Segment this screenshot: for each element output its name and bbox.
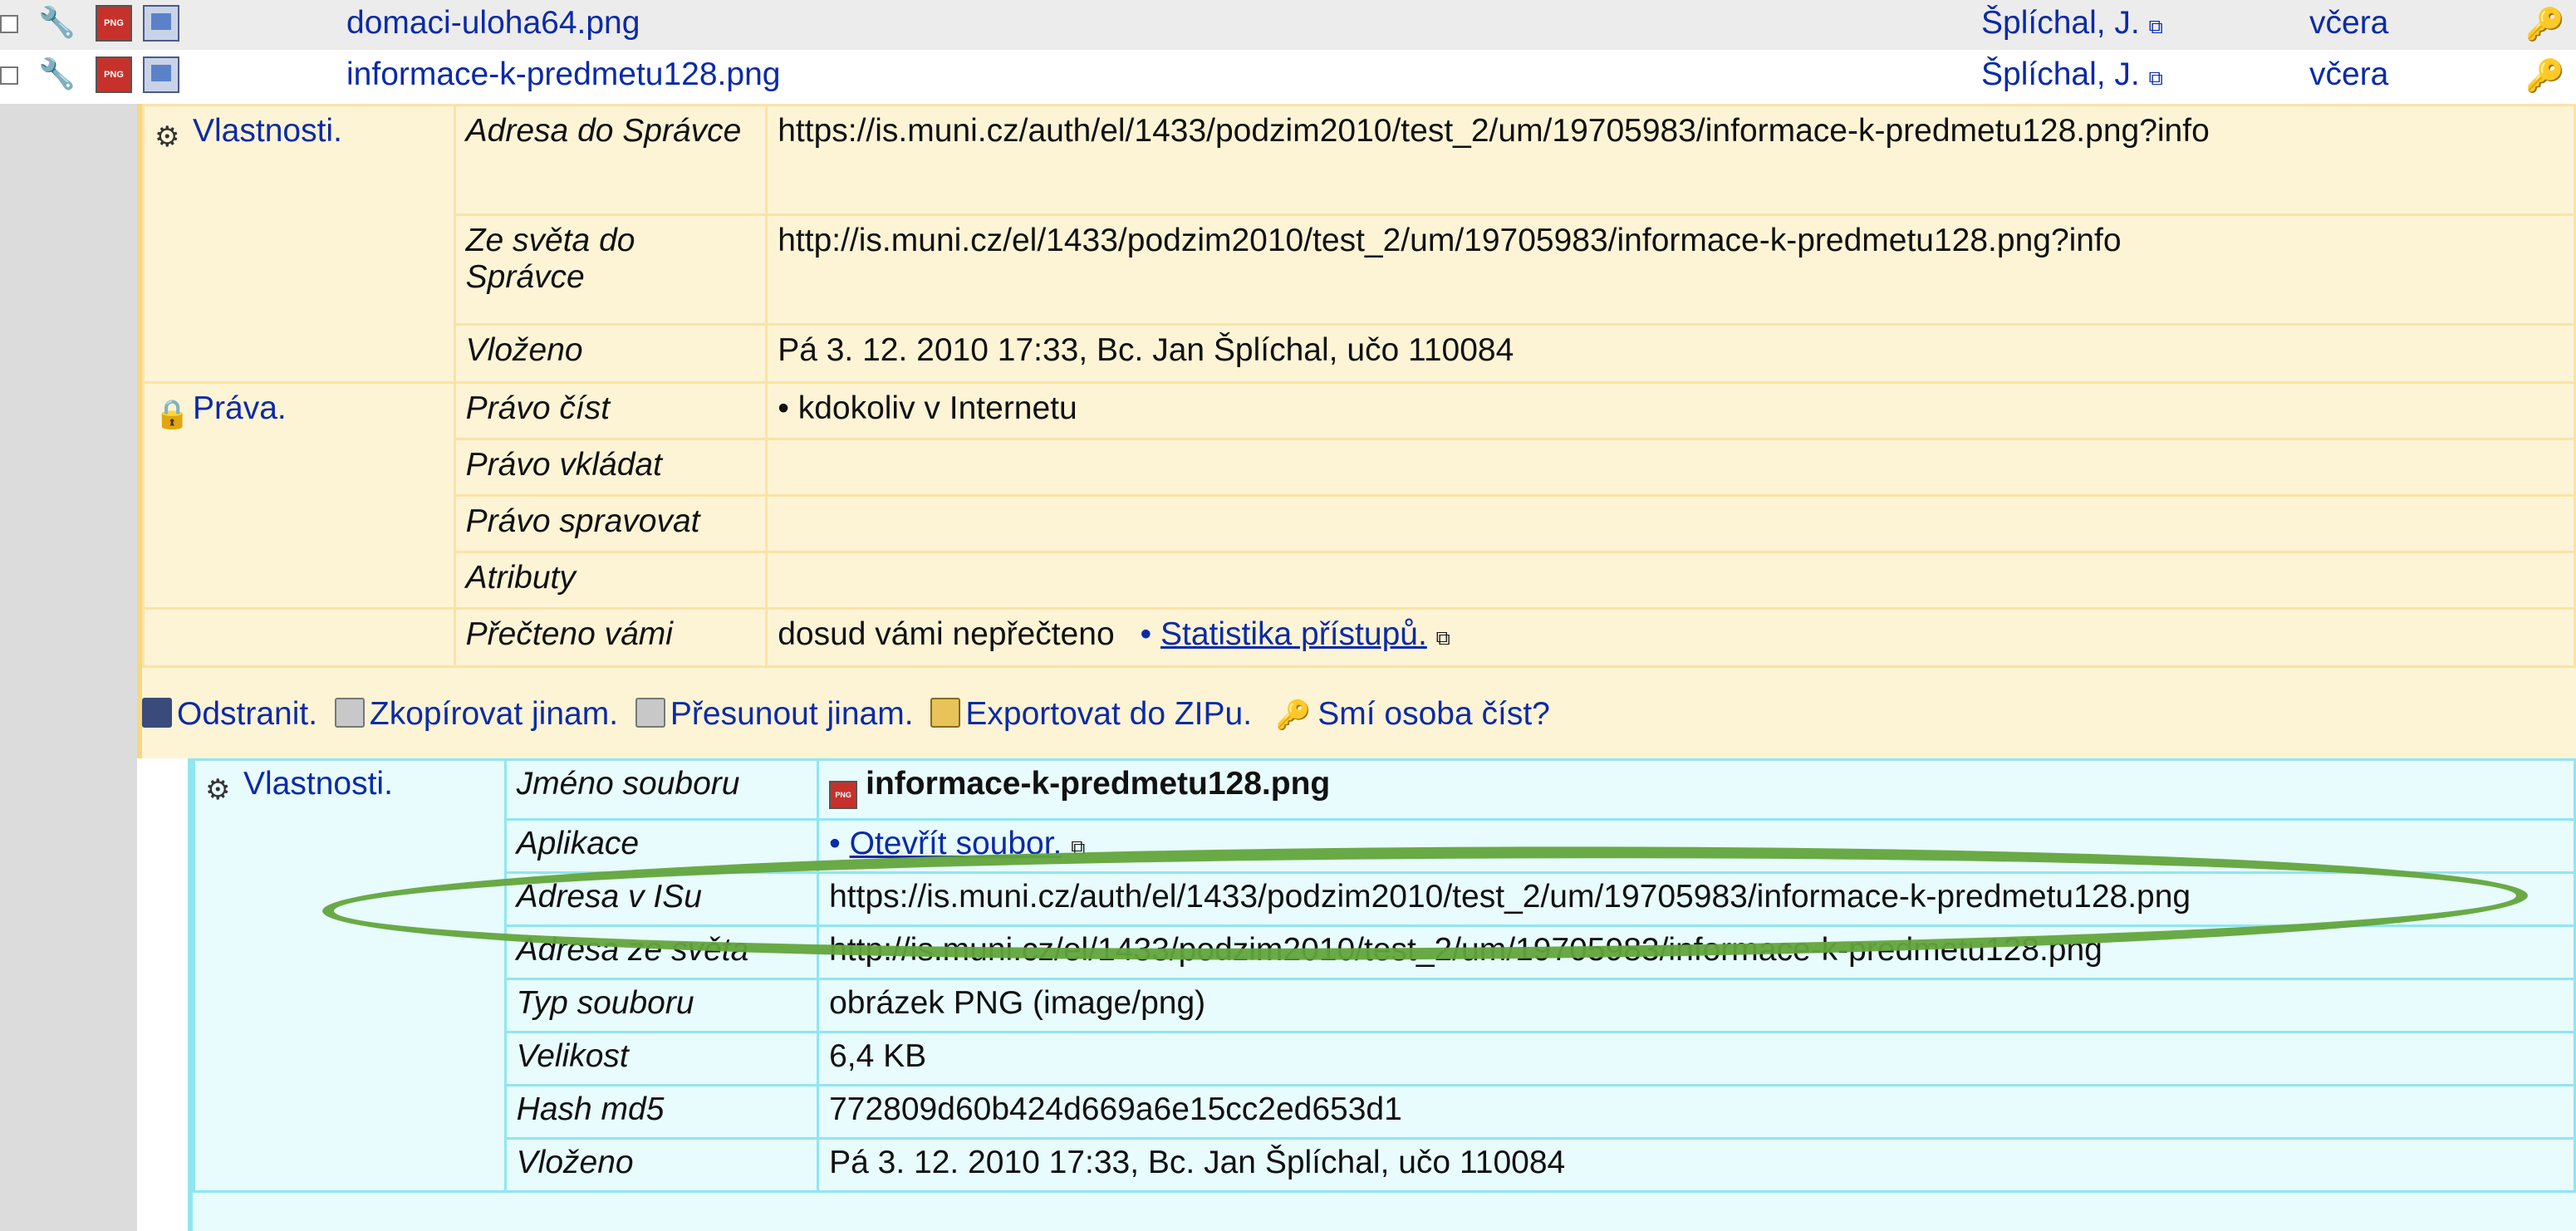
- author-link[interactable]: Šplíchal, J. ⧉: [1981, 56, 2163, 93]
- read-label: Přečteno vámi: [453, 607, 768, 668]
- lock-icon: 🔒: [155, 399, 190, 430]
- file-name-label: Jméno souboru: [503, 758, 820, 821]
- rights-section-label: Práva.: [193, 390, 287, 426]
- rights-label: Atributy: [453, 551, 768, 610]
- remove-action[interactable]: Odstranit.: [142, 696, 317, 732]
- file-row[interactable]: 🔧 PNG domaci-uloha64.png Šplíchal, J. ⧉ …: [0, 0, 2576, 50]
- properties-section: ⚙ Vlastnosti.: [142, 104, 456, 384]
- popup-icon: ⧉: [1435, 627, 1450, 650]
- png-file-icon: PNG: [829, 781, 858, 809]
- preview-icon[interactable]: [143, 56, 179, 93]
- read-status: dosud vámi nepřečteno: [778, 616, 1115, 652]
- select-checkbox[interactable]: [0, 15, 18, 33]
- access-stats-link[interactable]: Statistika přístupů.: [1160, 616, 1427, 652]
- key-icon[interactable]: 🔑: [2525, 58, 2564, 95]
- property-label: Velikost: [503, 1031, 820, 1086]
- file-name-link[interactable]: informace-k-predmetu128.png: [346, 56, 780, 93]
- copy-icon: [334, 698, 365, 728]
- property-label: Adresa do Správce: [453, 104, 768, 216]
- property-value: obrázek PNG (image/png): [817, 978, 2576, 1033]
- rights-label: Právo spravovat: [453, 494, 768, 553]
- property-value: http://is.muni.cz/el/1433/podzim2010/tes…: [765, 213, 2576, 326]
- property-value: 772809d60b424d669a6e15cc2ed653d1: [817, 1084, 2576, 1140]
- file-row[interactable]: 🔧 PNG informace-k-predmetu128.png Šplích…: [0, 51, 2576, 101]
- rights-label: Právo vkládat: [453, 438, 768, 497]
- select-checkbox[interactable]: [0, 66, 18, 85]
- popup-icon: ⧉: [2148, 67, 2163, 90]
- file-properties-section-label: Vlastnosti.: [243, 766, 393, 802]
- key-question-icon: 🔑: [1275, 699, 1312, 731]
- png-file-icon: PNG: [96, 56, 132, 93]
- properties-icon: ⚙: [205, 774, 231, 806]
- copy-action[interactable]: Zkopírovat jinam.: [334, 696, 618, 732]
- property-value: Pá 3. 12. 2010 17:33, Bc. Jan Šplíchal, …: [765, 323, 2576, 384]
- author-link[interactable]: Šplíchal, J. ⧉: [1981, 5, 2163, 42]
- preview-icon[interactable]: [143, 5, 179, 42]
- property-value: 6,4 KB: [817, 1031, 2576, 1086]
- rights-label: Právo číst: [453, 381, 768, 440]
- properties-table: ⚙ Vlastnosti. Adresa do Správce https://i…: [142, 104, 2576, 668]
- file-name-link[interactable]: domaci-uloha64.png: [346, 5, 640, 42]
- trash-icon: [142, 698, 172, 728]
- gear-icon: ⚙: [155, 121, 180, 153]
- rights-value: [765, 494, 2576, 553]
- property-label: Hash md5: [503, 1084, 820, 1140]
- key-icon[interactable]: 🔑: [2525, 7, 2564, 43]
- file-date[interactable]: včera: [2309, 56, 2388, 93]
- properties-section-label: Vlastnosti.: [193, 113, 342, 149]
- property-label: Vloženo: [453, 323, 768, 384]
- read-value-cell: dosud vámi nepřečteno • Statistika příst…: [765, 607, 2576, 668]
- property-label: Typ souboru: [503, 978, 820, 1033]
- file-name-value: informace-k-predmetu128.png: [866, 766, 1331, 802]
- export-zip-action[interactable]: Exportovat do ZIPu.: [930, 696, 1252, 732]
- rights-value: [765, 551, 2576, 610]
- move-icon: [635, 698, 665, 728]
- popup-icon: ⧉: [2148, 16, 2163, 38]
- file-properties-section: ⚙ Vlastnosti.: [193, 758, 507, 1193]
- property-value: Pá 3. 12. 2010 17:33, Bc. Jan Šplíchal, …: [817, 1137, 2576, 1193]
- file-properties-table: ⚙ Vlastnosti. Jméno souboru PNG informace-…: [193, 758, 2576, 1193]
- rights-value: • kdokoliv v Internetu: [765, 381, 2576, 440]
- empty-cell: [142, 607, 456, 668]
- png-file-icon: PNG: [96, 5, 132, 42]
- settings-icon[interactable]: 🔧: [38, 56, 76, 93]
- move-action[interactable]: Přesunout jinam.: [635, 696, 914, 732]
- property-label: Vloženo: [503, 1137, 820, 1193]
- left-gutter: [0, 104, 137, 1231]
- file-name-cell: PNG informace-k-predmetu128.png: [817, 758, 2576, 821]
- may-read-action[interactable]: 🔑 Smí osoba číst?: [1269, 696, 1550, 732]
- settings-icon[interactable]: 🔧: [38, 5, 76, 42]
- rights-value: [765, 438, 2576, 497]
- rights-section: 🔒Práva.: [142, 381, 456, 610]
- file-date[interactable]: včera: [2309, 5, 2388, 42]
- zip-folder-icon: [930, 698, 961, 728]
- property-label: Ze světa do Správce: [453, 213, 768, 326]
- action-bar: Odstranit. Zkopírovat jinam. Přesunout j…: [142, 696, 1558, 754]
- property-value: https://is.muni.cz/auth/el/1433/podzim20…: [765, 104, 2576, 216]
